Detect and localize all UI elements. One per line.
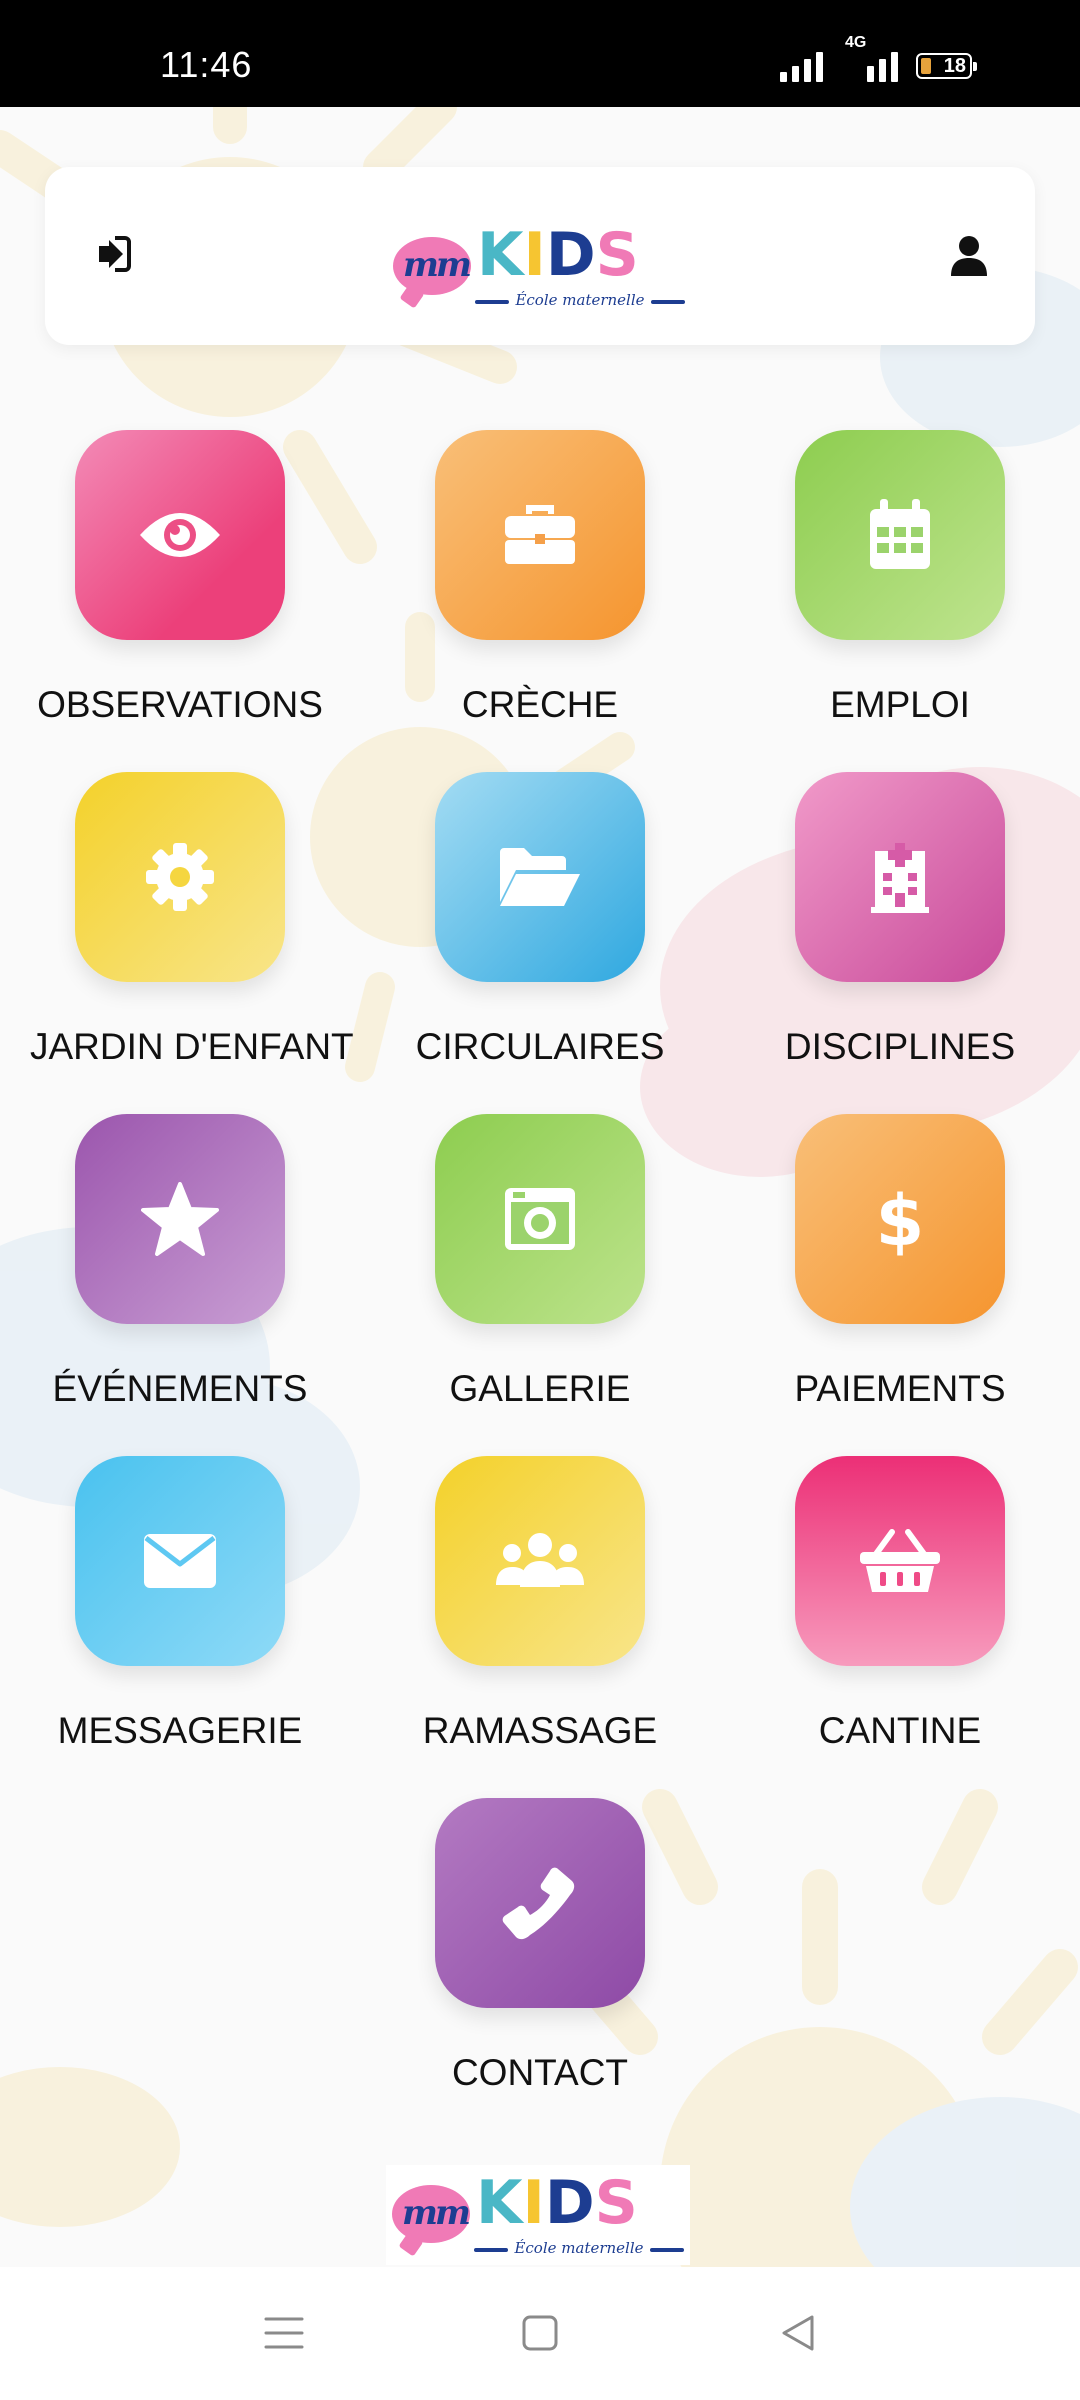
envelope-icon[interactable] [75,1456,285,1666]
tile-disciplines[interactable]: DISCIPLINES [750,772,1050,1068]
hospital-icon[interactable] [795,772,1005,982]
star-icon[interactable] [75,1114,285,1324]
footer-logo-container: mm KIDS École maternelle [386,2165,690,2265]
tile-label: PAIEMENTS [794,1368,1006,1409]
tile-label: CIRCULAIRES [415,1026,665,1067]
tile-label: RAMASSAGE [422,1710,658,1751]
eye-icon[interactable] [75,430,285,640]
tile-label: ÉVÉNEMENTS [52,1368,308,1409]
tile-emploi[interactable]: EMPLOI [750,430,1050,726]
tile-label: CONTACT [451,2052,629,2093]
tile-gallerie[interactable]: GALLERIE [390,1114,690,1410]
folder-open-icon[interactable] [435,772,645,982]
tile-jardin-d-enfant[interactable]: JARDIN D'ENFANT [30,772,354,1068]
dollar-icon[interactable]: $ [795,1114,1005,1324]
tile-label: CANTINE [818,1710,982,1751]
phone-icon[interactable] [435,1798,645,2008]
tile-evenements[interactable]: ÉVÉNEMENTS [30,1114,330,1410]
tile-contact[interactable]: CONTACT [390,1798,690,2094]
network-type: 4G [845,34,867,51]
battery-level: 18 [943,54,966,77]
status-bar: 11:46 4G 18 [0,0,1080,107]
calendar-icon[interactable] [795,430,1005,640]
tile-label: EMPLOI [830,684,970,725]
tile-circulaires[interactable]: CIRCULAIRES [390,772,690,1068]
tile-label: GALLERIE [449,1368,631,1409]
gear-icon[interactable] [75,772,285,982]
tile-messagerie[interactable]: MESSAGERIE [30,1456,330,1752]
tile-paiements[interactable]: $ PAIEMENTS [750,1114,1050,1410]
logo-tagline: École maternelle [475,291,685,309]
status-time: 11:46 [160,44,253,85]
network-icon: 4G [841,34,898,82]
basket-icon[interactable] [795,1456,1005,1666]
home-square-icon[interactable] [518,2311,562,2355]
briefcase-icon[interactable] [435,430,645,640]
logo-wordmark: KIDS [477,220,639,290]
tile-observations[interactable]: OBSERVATIONS [30,430,330,726]
tile-label: DISCIPLINES [784,1026,1016,1067]
logo-bubble: mm [392,2185,471,2243]
status-indicators: 4G 18 [780,34,977,86]
top-header: mm KIDS École maternelle [45,167,1035,345]
logo-wordmark: KIDS [476,2168,638,2238]
footer-logo: mm KIDS École maternelle [392,2168,684,2257]
logo-bubble: mm [393,237,472,295]
battery-icon: 18 [916,53,977,79]
tile-label: MESSAGERIE [57,1710,303,1751]
tile-creche[interactable]: CRÈCHE [390,430,690,726]
user-profile-icon[interactable] [949,234,989,278]
back-triangle-icon[interactable] [776,2311,820,2355]
tile-cantine[interactable]: CANTINE [750,1456,1050,1752]
svg-text:$: $ [876,1181,925,1257]
logout-icon[interactable] [93,234,133,274]
app-logo: mm KIDS École maternelle [393,220,685,309]
signal-icon [780,50,823,82]
system-nav-bar [0,2267,1080,2400]
tile-ramassage[interactable]: RAMASSAGE [390,1456,690,1752]
tile-label: OBSERVATIONS [37,684,323,725]
camera-icon[interactable] [435,1114,645,1324]
tile-label: JARDIN D'ENFANT [30,1026,354,1067]
group-icon[interactable] [435,1456,645,1666]
tile-label: CRÈCHE [461,684,619,725]
logo-tagline: École maternelle [474,2239,684,2257]
menu-icon[interactable] [262,2311,306,2355]
